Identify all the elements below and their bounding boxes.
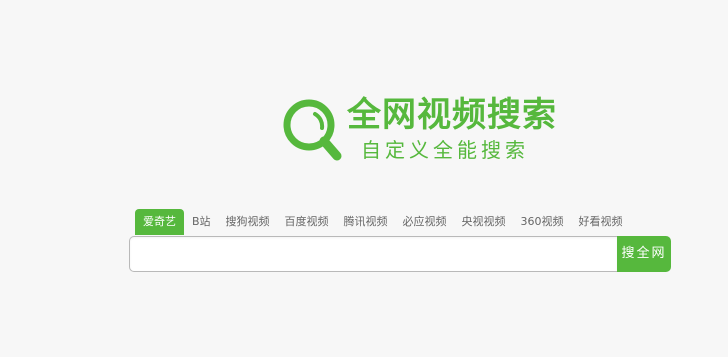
tab-tencent-video[interactable]: 腾讯视频 xyxy=(337,209,395,235)
tab-bilibili[interactable]: B站 xyxy=(185,209,218,235)
logo-title: 全网视频搜索 xyxy=(347,95,557,135)
tab-bing-video[interactable]: 必应视频 xyxy=(396,209,454,235)
magnifier-logo-icon xyxy=(279,95,347,163)
logo-subtitle: 自定义全能搜索 xyxy=(361,138,529,162)
tab-sogou-video[interactable]: 搜狗视频 xyxy=(219,209,277,235)
search-input[interactable] xyxy=(129,236,617,272)
tab-cctv-video[interactable]: 央视视频 xyxy=(455,209,513,235)
tab-baidu-video[interactable]: 百度视频 xyxy=(278,209,336,235)
search-box: 搜全网 xyxy=(129,236,671,272)
tab-360-video[interactable]: 360视频 xyxy=(514,209,571,235)
tab-haokan-video[interactable]: 好看视频 xyxy=(572,209,630,235)
logo: 全网视频搜索 自定义全能搜索 xyxy=(279,95,556,165)
tab-iqiyi[interactable]: 爱奇艺 xyxy=(135,209,184,235)
search-engine-tabs: 爱奇艺 B站 搜狗视频 百度视频 腾讯视频 必应视频 央视视频 360视频 好看… xyxy=(135,209,631,235)
page: 全网视频搜索 自定义全能搜索 爱奇艺 B站 搜狗视频 百度视频 腾讯视频 必应视… xyxy=(0,0,728,357)
search-all-button[interactable]: 搜全网 xyxy=(617,236,671,272)
